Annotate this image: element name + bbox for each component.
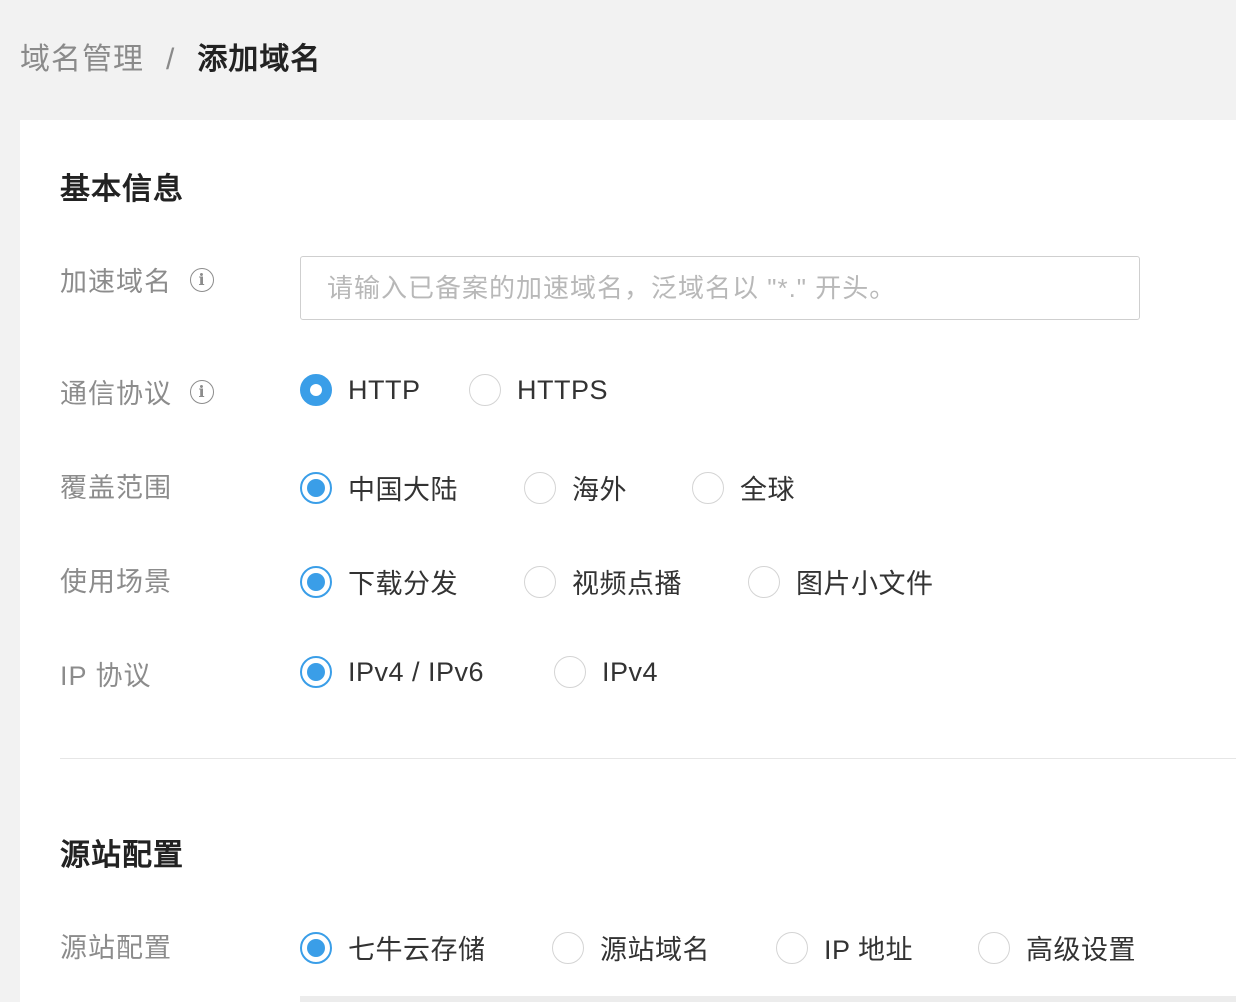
origin-radio-advanced[interactable]: 高级设置	[978, 928, 1136, 967]
radio-checked-icon	[300, 471, 332, 504]
radio-unchecked-icon	[554, 656, 586, 688]
protocol-radio-https[interactable]: HTTPS	[469, 374, 608, 406]
protocol-radio-http[interactable]: HTTP	[300, 374, 421, 406]
radio-label: 下载分发	[348, 569, 458, 599]
radio-unchecked-icon	[524, 471, 556, 504]
radio-label: 视频点播	[572, 569, 682, 599]
info-icon[interactable]: i	[190, 267, 214, 292]
page-title: 添加域名	[197, 43, 322, 76]
breadcrumb: 域名管理 / 添加域名	[20, 34, 321, 78]
radio-checked-icon	[300, 374, 332, 406]
ip-protocol-label: IP 协议	[60, 654, 152, 693]
origin-section-title: 源站配置	[60, 839, 184, 872]
radio-unchecked-icon	[552, 931, 584, 964]
radio-label: 高级设置	[1026, 935, 1136, 965]
accel-domain-label: 加速域名 i	[60, 260, 214, 299]
basic-info-section-title: 基本信息	[60, 173, 184, 206]
radio-unchecked-icon	[524, 565, 556, 598]
radio-unchecked-icon	[692, 471, 724, 504]
breadcrumb-domain-management-link[interactable]: 域名管理	[20, 43, 144, 76]
radio-label: 七牛云存储	[348, 935, 486, 965]
origin-radio-domain[interactable]: 源站域名	[552, 928, 710, 967]
radio-label: 源站域名	[600, 935, 710, 965]
scenario-label-text: 使用场景	[60, 567, 172, 597]
coverage-label-text: 覆盖范围	[60, 473, 172, 503]
coverage-radio-overseas[interactable]: 海外	[524, 468, 627, 507]
origin-radio-ip[interactable]: IP 地址	[776, 928, 913, 967]
radio-checked-icon	[300, 656, 332, 688]
radio-label: 海外	[572, 475, 627, 505]
ip-protocol-radio-dual[interactable]: IPv4 / IPv6	[300, 656, 484, 688]
radio-label: 全球	[740, 475, 795, 505]
radio-label: HTTP	[348, 374, 421, 405]
scenario-radio-download[interactable]: 下载分发	[300, 562, 458, 601]
ip-protocol-radio-ipv4[interactable]: IPv4	[554, 656, 658, 688]
next-field-edge	[300, 996, 1236, 1002]
section-divider	[60, 758, 1236, 759]
origin-radio-qiniu-storage[interactable]: 七牛云存储	[300, 928, 486, 967]
accel-domain-input[interactable]	[300, 256, 1140, 320]
coverage-radio-global[interactable]: 全球	[692, 468, 795, 507]
protocol-label: 通信协议 i	[60, 372, 214, 411]
accel-domain-label-text: 加速域名	[60, 267, 172, 297]
radio-label: HTTPS	[517, 374, 609, 405]
origin-type-label: 源站配置	[60, 926, 172, 965]
scenario-radio-vod[interactable]: 视频点播	[524, 562, 682, 601]
ip-protocol-label-text: IP 协议	[60, 661, 152, 691]
coverage-radio-mainland[interactable]: 中国大陆	[300, 468, 458, 507]
radio-label: IPv4	[602, 656, 659, 687]
radio-label: IP 地址	[824, 935, 914, 965]
coverage-label: 覆盖范围	[60, 466, 172, 505]
protocol-label-text: 通信协议	[60, 379, 172, 409]
add-domain-form-card: 基本信息 加速域名 i 通信协议 i HTTP HTTPS 覆盖范围 中国大陆 …	[20, 120, 1236, 1002]
scenario-label: 使用场景	[60, 560, 172, 599]
scenario-radio-small-files[interactable]: 图片小文件	[748, 562, 934, 601]
radio-label: IPv4 / IPv6	[348, 656, 485, 687]
radio-unchecked-icon	[469, 374, 501, 406]
radio-unchecked-icon	[748, 565, 780, 598]
radio-checked-icon	[300, 565, 332, 598]
radio-unchecked-icon	[776, 931, 808, 964]
origin-type-label-text: 源站配置	[60, 933, 172, 963]
info-icon[interactable]: i	[190, 379, 214, 404]
breadcrumb-separator: /	[166, 43, 176, 76]
radio-label: 中国大陆	[348, 475, 458, 505]
radio-label: 图片小文件	[796, 569, 934, 599]
radio-checked-icon	[300, 931, 332, 964]
radio-unchecked-icon	[978, 931, 1010, 964]
